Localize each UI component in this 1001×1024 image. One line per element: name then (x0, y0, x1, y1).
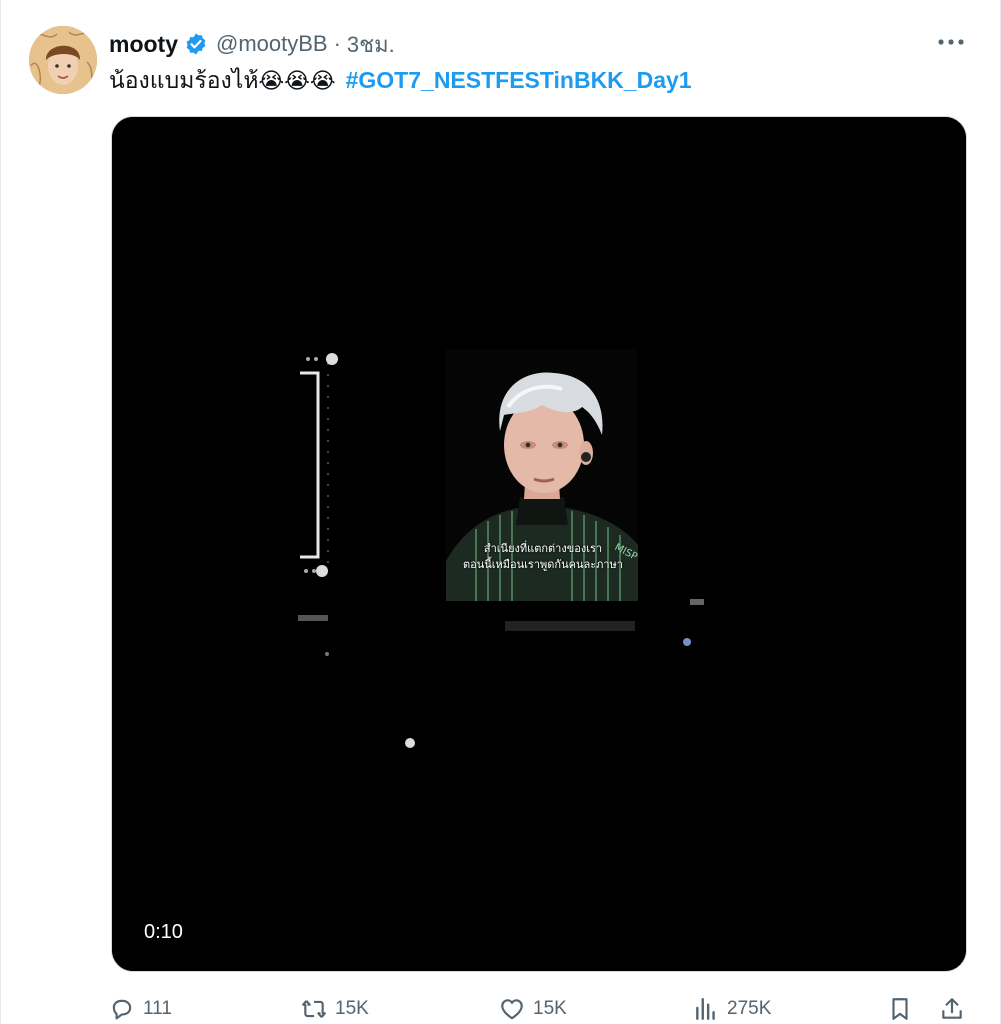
bookmark-icon (892, 998, 908, 1020)
repost-button[interactable]: 15K (301, 994, 369, 1024)
hashtag-link[interactable]: #GOT7_NESTFESTinBKK_Day1 (346, 67, 692, 93)
author-handle[interactable]: @mootyBB (216, 31, 328, 57)
video-subtitles: สำเนียงที่แตกต่างของเรา ตอนนี้เหมือนเราพ… (448, 541, 638, 573)
verified-badge-icon (184, 32, 208, 56)
subtitle-line-1: สำเนียงที่แตกต่างของเรา (483, 542, 603, 555)
video-duration: 0:10 (144, 921, 183, 943)
tweet-body: น้องแบมร้องไห้ (109, 67, 259, 93)
reply-button[interactable]: 111 (109, 994, 172, 1024)
video-player[interactable]: MISP สำเนียงที่แตกต่างของเรา ตอนนี้เหมือ… (111, 116, 967, 972)
views-icon (696, 998, 715, 1020)
action-bar: 111 15K 15K 275K (109, 994, 969, 1024)
share-icon (942, 998, 962, 1019)
subtitle-line-2: ตอนนี้เหมือนเราพูดกันคนละภาษา (463, 558, 623, 571)
bookmark-button[interactable] (887, 994, 913, 1024)
views-button[interactable]: 275K (693, 994, 771, 1024)
crying-emoji: 😭😭😭 (258, 68, 336, 93)
like-icon (501, 999, 523, 1020)
avatar[interactable] (29, 26, 97, 94)
view-count: 275K (727, 998, 772, 1019)
repost-icon (302, 1000, 326, 1018)
separator-dot: · (333, 31, 341, 56)
repost-count: 15K (335, 998, 369, 1019)
tweet-header: mooty @mootyBB · 3ชม. (109, 27, 395, 61)
tweet-card: mooty @mootyBB · 3ชม. น้องแบมร้องไห้😭😭😭 #… (0, 0, 1001, 1024)
like-count: 15K (533, 998, 567, 1019)
tweet-timestamp[interactable]: 3ชม. (347, 27, 395, 62)
more-options-icon[interactable] (936, 30, 966, 54)
reply-count: 111 (143, 998, 172, 1019)
like-button[interactable]: 15K (499, 994, 567, 1024)
tweet-text: น้องแบมร้องไห้😭😭😭 #GOT7_NESTFESTinBKK_Day… (109, 64, 692, 97)
reply-icon (112, 999, 132, 1020)
share-button[interactable] (939, 994, 965, 1024)
author-name[interactable]: mooty (109, 31, 178, 58)
